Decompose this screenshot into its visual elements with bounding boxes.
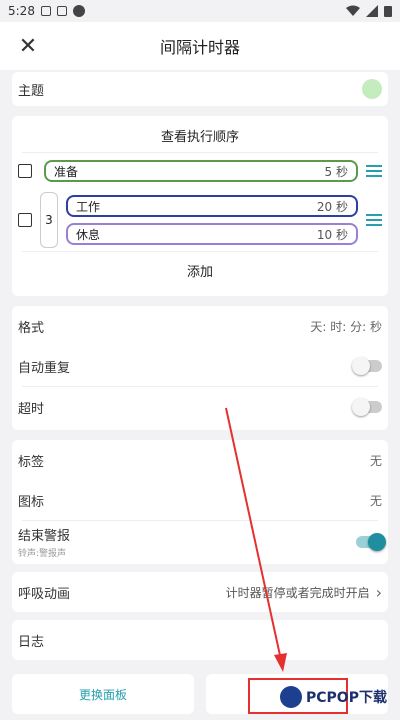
overtime-toggle[interactable] bbox=[352, 398, 382, 416]
tag-row[interactable]: 标签 无 bbox=[12, 440, 388, 480]
page-title: 间隔计时器 bbox=[159, 38, 240, 57]
end-alarm-toggle[interactable] bbox=[356, 533, 386, 551]
item-name: 工作 bbox=[76, 199, 101, 214]
theme-card: 主题 bbox=[12, 72, 388, 106]
settings-card-2: 标签 无 图标 无 结束警报 铃声:警报声 bbox=[12, 440, 388, 564]
breath-label: 呼吸动画 bbox=[18, 586, 71, 602]
auto-repeat-row[interactable]: 自动重复 bbox=[12, 346, 388, 386]
format-value: 天: 时: 分: 秒 bbox=[310, 319, 382, 334]
overtime-row[interactable]: 超时 bbox=[12, 387, 388, 427]
notification-icon-2 bbox=[56, 6, 67, 16]
format-row[interactable]: 格式 天: 时: 分: 秒 bbox=[12, 306, 388, 346]
log-row[interactable]: 日志 bbox=[12, 620, 388, 660]
end-alarm-label: 结束警报 bbox=[18, 529, 71, 544]
breath-value: 计时器暂停或者完成时开启 bbox=[225, 585, 370, 600]
sequence-group[interactable]: 3 工作 20 秒 休息 10 秒 bbox=[12, 189, 388, 251]
theme-color-swatch[interactable] bbox=[362, 79, 382, 99]
breath-row[interactable]: 呼吸动画 计时器暂停或者完成时开启 › bbox=[12, 572, 388, 612]
end-alarm-sub: 铃声:警报声 bbox=[18, 549, 67, 559]
tag-label: 标签 bbox=[18, 454, 45, 470]
watermark-text: PCPOP下载 bbox=[306, 690, 387, 706]
pcpop-logo-icon bbox=[280, 686, 302, 708]
drag-handle-icon[interactable] bbox=[366, 165, 382, 177]
auto-repeat-toggle[interactable] bbox=[352, 357, 382, 375]
signal-icon bbox=[366, 5, 378, 17]
log-label: 日志 bbox=[18, 634, 45, 650]
app-bar: ✕ 间隔计时器 bbox=[0, 22, 400, 70]
notification-icon bbox=[40, 6, 51, 16]
view-order-button[interactable]: 查看执行顺序 bbox=[12, 118, 388, 152]
theme-label: 主题 bbox=[18, 83, 45, 99]
close-icon[interactable]: ✕ bbox=[16, 34, 40, 59]
chevron-right-icon: › bbox=[375, 582, 382, 602]
footer-bar: 更换面板 PCPOP下载 bbox=[12, 674, 388, 714]
end-alarm-row[interactable]: 结束警报 铃声:警报声 bbox=[12, 521, 388, 563]
add-button[interactable]: 添加 bbox=[12, 252, 388, 288]
item-seconds: 5 秒 bbox=[324, 164, 348, 179]
change-panel-button[interactable]: 更换面板 bbox=[12, 674, 194, 714]
icon-value: 无 bbox=[369, 493, 382, 508]
repeat-count[interactable]: 3 bbox=[40, 192, 58, 248]
notification-dot-icon bbox=[72, 5, 85, 17]
sequence-item-prepare[interactable]: 准备 5 秒 bbox=[12, 153, 388, 189]
item-name: 准备 bbox=[54, 164, 79, 179]
auto-repeat-label: 自动重复 bbox=[18, 360, 71, 376]
item-seconds: 20 秒 bbox=[316, 199, 348, 214]
battery-icon bbox=[384, 6, 392, 17]
work-pill[interactable]: 工作 20 秒 bbox=[66, 195, 358, 217]
wifi-icon bbox=[346, 5, 360, 16]
icon-label: 图标 bbox=[18, 494, 45, 510]
group-items: 工作 20 秒 休息 10 秒 bbox=[66, 195, 358, 245]
end-alarm-text: 结束警报 铃声:警报声 bbox=[18, 525, 70, 559]
item-seconds: 10 秒 bbox=[316, 227, 348, 242]
prepare-pill[interactable]: 准备 5 秒 bbox=[44, 160, 358, 182]
format-label: 格式 bbox=[18, 320, 45, 336]
rest-pill[interactable]: 休息 10 秒 bbox=[66, 223, 358, 245]
icon-row[interactable]: 图标 无 bbox=[12, 480, 388, 520]
overtime-label: 超时 bbox=[18, 401, 45, 417]
settings-card-1: 格式 天: 时: 分: 秒 自动重复 超时 bbox=[12, 306, 388, 430]
select-checkbox[interactable] bbox=[18, 164, 32, 178]
theme-row[interactable]: 主题 bbox=[12, 72, 388, 106]
drag-handle-icon[interactable] bbox=[366, 214, 382, 226]
breath-card: 呼吸动画 计时器暂停或者完成时开启 › bbox=[12, 572, 388, 612]
tag-value: 无 bbox=[369, 453, 382, 468]
second-footer-button[interactable]: PCPOP下载 bbox=[206, 674, 388, 714]
log-card: 日志 bbox=[12, 620, 388, 660]
sequence-card: 查看执行顺序 准备 5 秒 3 工作 20 秒 休息 10 秒 添加 bbox=[12, 116, 388, 296]
status-time: 5:28 bbox=[8, 4, 35, 18]
item-name: 休息 bbox=[76, 227, 101, 242]
group-checkbox[interactable] bbox=[18, 213, 32, 227]
status-bar: 5:28 bbox=[0, 0, 400, 22]
